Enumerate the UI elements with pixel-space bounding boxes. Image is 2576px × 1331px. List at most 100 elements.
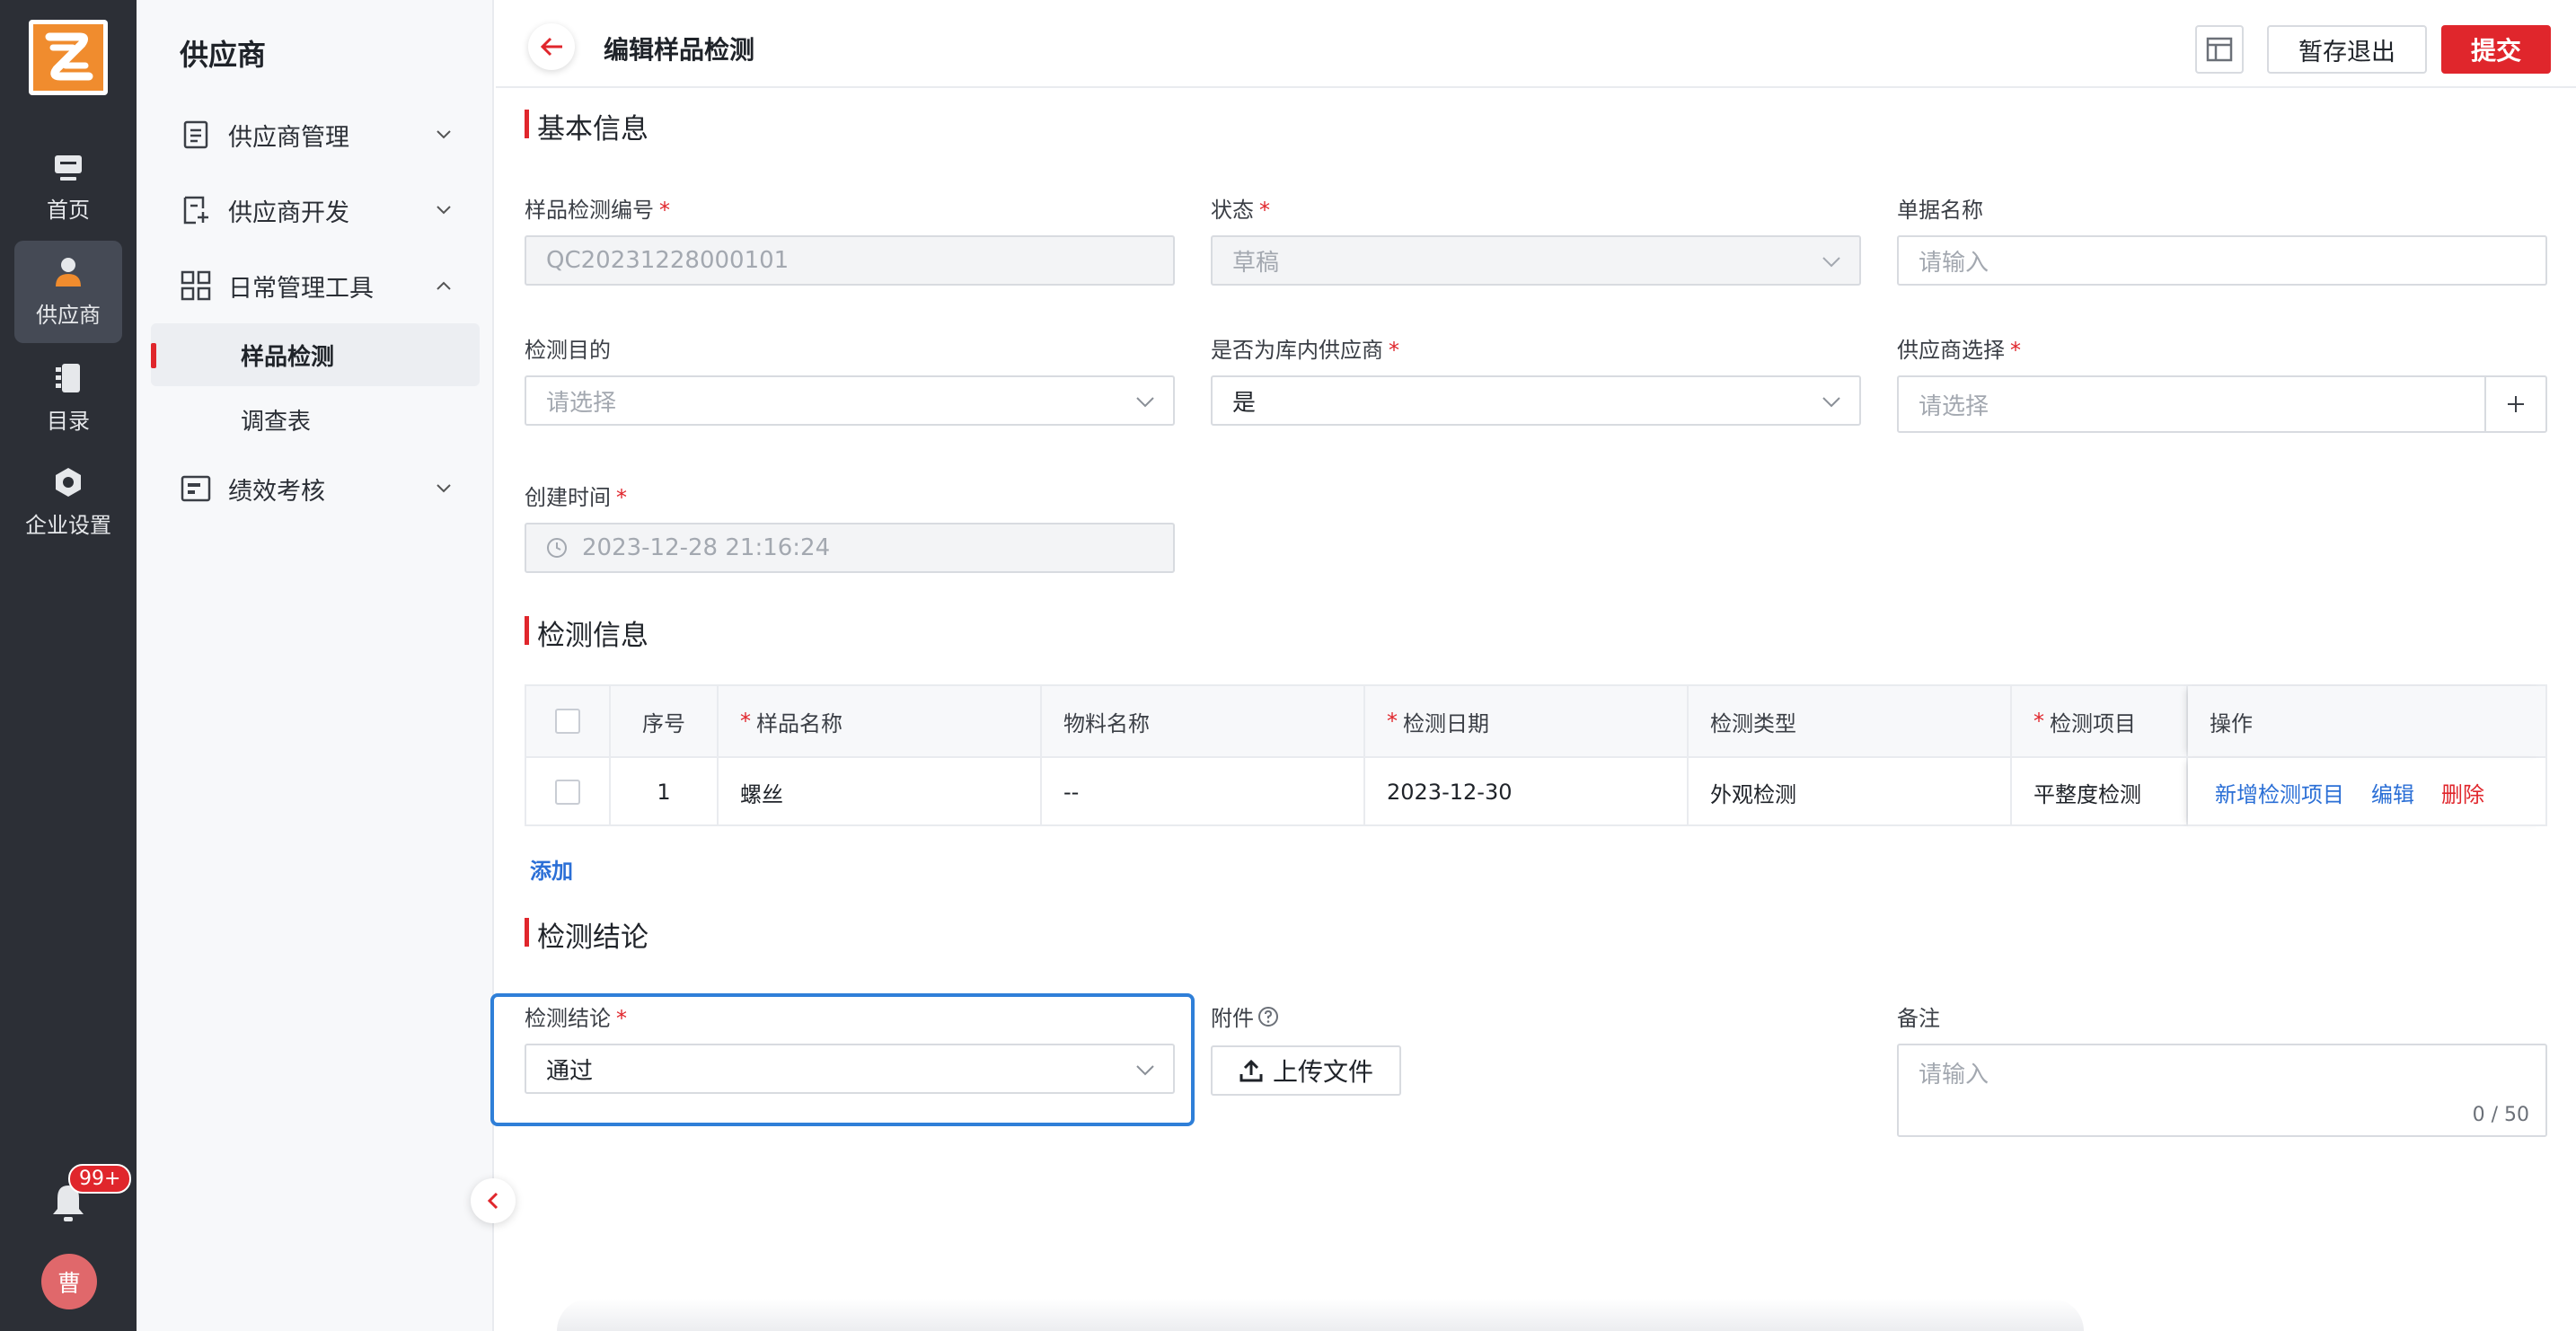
col-index: 序号: [611, 686, 719, 756]
chart-bars-icon: [181, 475, 211, 502]
sidebar-item-label: 供应商管理: [228, 123, 349, 152]
rail-item-supplier[interactable]: 供应商: [14, 241, 122, 343]
bottom-shadow: [557, 1299, 2084, 1331]
delete-link[interactable]: 删除: [2441, 777, 2484, 808]
remark-textarea[interactable]: 请输入 0 / 50: [1897, 1044, 2547, 1137]
in-stock-value: 是: [1232, 389, 1257, 417]
sidebar-item-label: 日常管理工具: [228, 274, 374, 303]
clock-icon: [547, 538, 567, 558]
chevron-down-icon: [437, 130, 451, 139]
status-label-text: 状态: [1211, 198, 1254, 223]
page-header: 编辑样品检测 暂存退出 提交: [496, 0, 2576, 88]
cell-material-name: --: [1042, 758, 1365, 826]
layout-toggle-button[interactable]: [2195, 25, 2244, 74]
supplier-select[interactable]: 请选择: [1897, 375, 2486, 433]
purpose-label: 检测目的: [525, 338, 611, 363]
chevron-down-icon: [437, 484, 451, 493]
result-label: 检测结论 *: [525, 1000, 627, 1032]
chevron-up-icon: [437, 281, 451, 290]
catalog-icon: [56, 363, 80, 392]
code-label-text: 样品检测编号: [525, 198, 654, 223]
status-label: 状态 *: [1211, 192, 1270, 224]
notification-badge: 99+: [68, 1164, 132, 1194]
required-mark: *: [659, 198, 670, 223]
remark-placeholder: 请输入: [1919, 1062, 1989, 1089]
sidebar-item-label: 供应商开发: [228, 198, 349, 227]
section-title-basic-info: 基本信息: [525, 106, 648, 146]
rail-item-enterprise-settings[interactable]: 企业设置: [14, 451, 122, 553]
back-button[interactable]: [528, 23, 575, 70]
remark-counter: 0 / 50: [2472, 1104, 2529, 1126]
chevron-down-icon: [1136, 397, 1154, 408]
sidebar-item-survey[interactable]: 调查表: [151, 388, 480, 451]
purpose-select[interactable]: 请选择: [525, 375, 1175, 426]
sidebar-item-performance[interactable]: 绩效考核: [137, 462, 494, 516]
sidebar-item-supplier-development[interactable]: 供应商开发: [137, 183, 494, 237]
col-inspection-item-text: 检测项目: [2050, 710, 2136, 736]
col-sample-name-text: 样品名称: [756, 710, 842, 736]
sidebar-item-sample-inspection[interactable]: 样品检测: [151, 323, 480, 386]
rail-item-catalog[interactable]: 目录: [14, 347, 122, 449]
cell-inspection-date: 2023-12-30: [1365, 758, 1689, 826]
doc-name-input[interactable]: 请输入: [1897, 235, 2547, 286]
header-checkbox-cell: [526, 686, 611, 756]
row-checkbox[interactable]: [555, 780, 580, 805]
sub-sidebar: 供应商 供应商管理 供应商开发 日常管理工具 样品检测 调查表 绩效考核: [137, 0, 494, 1331]
submit-button[interactable]: 提交: [2441, 25, 2551, 74]
upload-file-button[interactable]: 上传文件: [1211, 1045, 1401, 1096]
in-stock-select[interactable]: 是: [1211, 375, 1861, 426]
in-stock-label: 是否为库内供应商 *: [1211, 332, 1399, 364]
purpose-placeholder: 请选择: [546, 389, 617, 417]
help-icon[interactable]: [1257, 1006, 1279, 1027]
in-stock-label-text: 是否为库内供应商: [1211, 338, 1383, 363]
sidebar-collapse-button[interactable]: [471, 1178, 516, 1223]
status-select: 草稿: [1211, 235, 1861, 286]
required-mark: *: [740, 709, 751, 734]
required-mark: *: [616, 485, 627, 510]
required-mark: *: [2010, 338, 2021, 363]
row-checkbox-cell: [526, 758, 611, 826]
created-time-value: 2023-12-28 21:16:24: [582, 534, 831, 561]
add-inspection-item-link[interactable]: 新增检测项目: [2215, 777, 2344, 808]
select-all-checkbox[interactable]: [555, 709, 580, 734]
document-add-icon: [183, 196, 208, 225]
required-mark: *: [1389, 338, 1399, 363]
layout-icon: [2206, 37, 2233, 62]
save-exit-button[interactable]: 暂存退出: [2267, 25, 2427, 74]
col-material-name: 物料名称: [1042, 686, 1365, 756]
app-rail: 首页 供应商 目录 企业设置 99+ 曹: [0, 0, 137, 1331]
result-select[interactable]: 通过: [525, 1044, 1175, 1094]
status-value: 草稿: [1232, 249, 1280, 277]
section-title-conclusion: 检测结论: [525, 914, 648, 955]
cell-actions: 新增检测项目 编辑 删除: [2188, 758, 2545, 826]
edit-link[interactable]: 编辑: [2371, 777, 2414, 808]
hexagon-settings-icon: [56, 467, 81, 497]
col-inspection-type: 检测类型: [1689, 686, 2012, 756]
sidebar-item-supplier-management[interactable]: 供应商管理: [137, 108, 494, 162]
document-list-icon: [183, 120, 208, 149]
col-inspection-item: * 检测项目: [2012, 686, 2188, 756]
chevron-down-icon: [1136, 1065, 1154, 1076]
result-value: 通过: [546, 1057, 594, 1085]
cell-index: 1: [611, 758, 719, 826]
rail-item-label: 首页: [47, 197, 90, 223]
chevron-down-icon: [1822, 397, 1840, 408]
grid-icon: [181, 270, 211, 301]
upload-icon: [1239, 1059, 1263, 1082]
table-header-row: 序号 * 样品名称 物料名称 * 检测日期 检测类型 * 检测项目 操作: [526, 686, 2545, 756]
sidebar-title: 供应商: [180, 38, 267, 72]
required-mark: *: [1387, 709, 1398, 734]
person-icon: [56, 257, 81, 286]
chevron-left-icon: [487, 1192, 498, 1210]
col-sample-name: * 样品名称: [719, 686, 1042, 756]
chevron-down-icon: [1822, 257, 1840, 268]
created-label-text: 创建时间: [525, 485, 611, 510]
result-label-text: 检测结论: [525, 1006, 611, 1031]
avatar[interactable]: 曹: [41, 1254, 97, 1309]
sidebar-item-daily-tools[interactable]: 日常管理工具: [137, 259, 494, 313]
code-label: 样品检测编号 *: [525, 192, 670, 224]
add-row-link[interactable]: 添加: [530, 853, 573, 885]
supplier-add-button[interactable]: [2484, 375, 2547, 433]
home-monitor-icon: [55, 154, 82, 181]
rail-item-home[interactable]: 首页: [14, 137, 122, 239]
